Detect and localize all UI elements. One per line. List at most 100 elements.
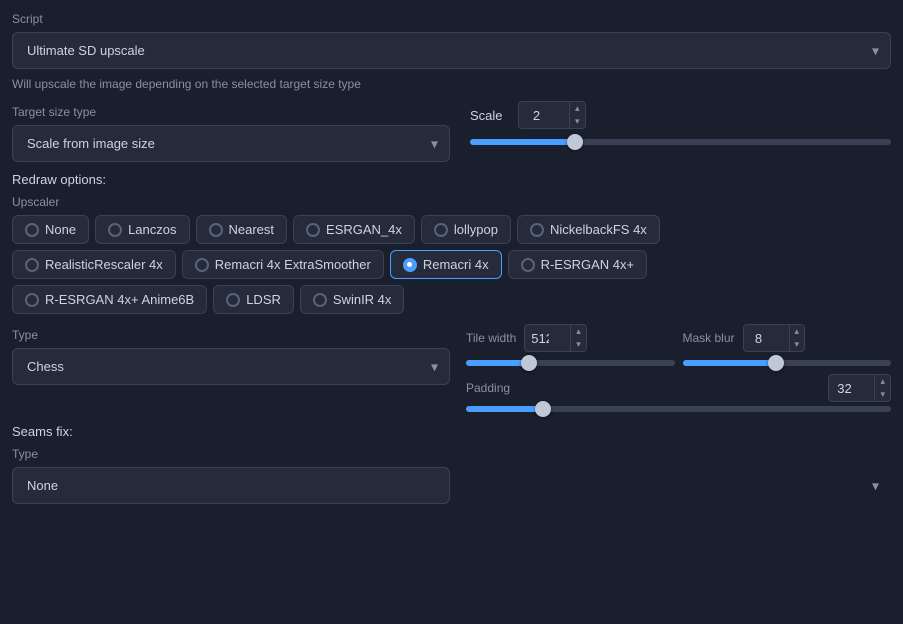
seams-type-chevron-icon: ▾ (872, 477, 879, 494)
upscaler-nickelback-radio (530, 223, 544, 237)
upscaler-lollypop-label: lollypop (454, 222, 498, 237)
upscaler-none[interactable]: None (12, 215, 89, 244)
upscaler-remacri4x-radio (403, 258, 417, 272)
type-dropdown[interactable]: Chess (12, 348, 450, 385)
tile-width-item: Tile width ▴ ▾ (466, 324, 675, 366)
upscaler-lanczos-radio (108, 223, 122, 237)
tile-width-input[interactable] (525, 328, 570, 349)
seams-type-dropdown-wrapper: None ▾ (12, 467, 891, 504)
type-section: Type Chess ▾ (12, 324, 450, 412)
tile-width-input-wrapper: ▴ ▾ (524, 324, 587, 352)
mask-blur-slider-thumb[interactable] (768, 355, 784, 371)
mask-blur-input[interactable] (744, 328, 789, 349)
seams-type-dropdown[interactable]: None (12, 467, 450, 504)
scale-spin-down[interactable]: ▾ (570, 115, 585, 128)
upscaler-swinir-radio (313, 293, 327, 307)
script-dropdown[interactable]: Ultimate SD upscale (12, 32, 891, 69)
upscaler-none-radio (25, 223, 39, 237)
tile-mask-grid: Tile width ▴ ▾ Mask blur (466, 324, 891, 366)
tile-width-spin-up[interactable]: ▴ (571, 325, 586, 338)
scale-section: Scale ▴ ▾ (470, 101, 891, 145)
upscaler-realistic[interactable]: RealisticRescaler 4x (12, 250, 176, 279)
upscaler-esrgan4x[interactable]: ESRGAN_4x (293, 215, 415, 244)
upscaler-label: Upscaler (12, 195, 891, 209)
upscaler-esrgan4x-label: ESRGAN_4x (326, 222, 402, 237)
seams-title: Seams fix: (12, 424, 891, 439)
upscaler-lanczos-label: Lanczos (128, 222, 176, 237)
target-size-dropdown-wrapper: Scale from image size ▾ (12, 125, 450, 162)
mask-blur-spin-down[interactable]: ▾ (790, 338, 805, 351)
upscaler-resrgan4xplus[interactable]: R-ESRGAN 4x+ (508, 250, 648, 279)
upscaler-lanczos[interactable]: Lanczos (95, 215, 189, 244)
script-label: Script (12, 12, 891, 26)
scale-input[interactable] (519, 104, 569, 127)
seams-type-label: Type (12, 447, 891, 461)
script-section: Script Ultimate SD upscale ▾ (12, 12, 891, 69)
scale-slider[interactable] (470, 139, 891, 145)
upscaler-remacri4x[interactable]: Remacri 4x (390, 250, 502, 279)
mask-blur-top: Mask blur ▴ ▾ (683, 324, 892, 352)
upscaler-esrgan4x-radio (306, 223, 320, 237)
upscaler-remacri4x-label: Remacri 4x (423, 257, 489, 272)
upscaler-resrgan4xanime-radio (25, 293, 39, 307)
script-dropdown-wrapper: Ultimate SD upscale ▾ (12, 32, 891, 69)
mask-blur-label: Mask blur (683, 331, 735, 345)
scale-label: Scale (470, 108, 510, 123)
mask-blur-spin-up[interactable]: ▴ (790, 325, 805, 338)
upscaler-remacri4xe-radio (195, 258, 209, 272)
tile-width-slider-thumb[interactable] (521, 355, 537, 371)
upscaler-realistic-radio (25, 258, 39, 272)
tile-width-slider-fill (466, 360, 529, 366)
padding-slider-thumb[interactable] (535, 401, 551, 417)
redraw-section: Redraw options: Upscaler None Lanczos Ne… (12, 172, 891, 314)
upscaler-row2: RealisticRescaler 4x Remacri 4x ExtraSmo… (12, 250, 891, 279)
tile-width-spin: ▴ ▾ (570, 325, 586, 351)
upscaler-swinir[interactable]: SwinIR 4x (300, 285, 405, 314)
upscaler-row3: R-ESRGAN 4x+ Anime6B LDSR SwinIR 4x (12, 285, 891, 314)
upscaler-swinir-label: SwinIR 4x (333, 292, 392, 307)
type-label: Type (12, 328, 450, 342)
upscaler-nearest-label: Nearest (229, 222, 275, 237)
upscaler-remacri4xe[interactable]: Remacri 4x ExtraSmoother (182, 250, 384, 279)
upscaler-nickelback[interactable]: NickelbackFS 4x (517, 215, 660, 244)
upscaler-remacri4xe-label: Remacri 4x ExtraSmoother (215, 257, 371, 272)
scale-slider-thumb[interactable] (567, 134, 583, 150)
padding-slider-fill (466, 406, 543, 412)
tile-width-slider[interactable] (466, 360, 675, 366)
mask-blur-slider[interactable] (683, 360, 892, 366)
seams-section: Seams fix: Type None ▾ (12, 424, 891, 504)
info-text: Will upscale the image depending on the … (12, 77, 891, 91)
scale-row: Scale ▴ ▾ (470, 101, 891, 129)
upscaler-ldsr-label: LDSR (246, 292, 281, 307)
scale-spin-up[interactable]: ▴ (570, 102, 585, 115)
upscaler-nearest[interactable]: Nearest (196, 215, 288, 244)
upscaler-ldsr-radio (226, 293, 240, 307)
upscaler-ldsr[interactable]: LDSR (213, 285, 294, 314)
upscaler-lollypop-radio (434, 223, 448, 237)
mask-blur-item: Mask blur ▴ ▾ (683, 324, 892, 366)
upscaler-resrgan4xanime[interactable]: R-ESRGAN 4x+ Anime6B (12, 285, 207, 314)
padding-spin: ▴ ▾ (874, 375, 890, 401)
target-size-dropdown[interactable]: Scale from image size (12, 125, 450, 162)
padding-row: Padding ▴ ▾ (466, 374, 891, 402)
scale-spin-buttons: ▴ ▾ (569, 102, 585, 128)
target-size-label: Target size type (12, 105, 450, 119)
target-scale-row: Target size type Scale from image size ▾… (12, 101, 891, 162)
padding-spin-down[interactable]: ▾ (875, 388, 890, 401)
upscaler-realistic-label: RealisticRescaler 4x (45, 257, 163, 272)
padding-input-wrapper: ▴ ▾ (828, 374, 891, 402)
tile-width-spin-down[interactable]: ▾ (571, 338, 586, 351)
padding-input[interactable] (829, 378, 874, 399)
upscaler-lollypop[interactable]: lollypop (421, 215, 511, 244)
padding-spin-up[interactable]: ▴ (875, 375, 890, 388)
upscaler-nearest-radio (209, 223, 223, 237)
mask-blur-slider-fill (683, 360, 777, 366)
scale-input-wrapper: ▴ ▾ (518, 101, 586, 129)
padding-slider[interactable] (466, 406, 891, 412)
upscaler-resrgan4xplus-label: R-ESRGAN 4x+ (541, 257, 635, 272)
mask-blur-spin: ▴ ▾ (789, 325, 805, 351)
tile-width-label: Tile width (466, 331, 516, 345)
upscaler-none-label: None (45, 222, 76, 237)
redraw-title: Redraw options: (12, 172, 891, 187)
tile-section: Tile width ▴ ▾ Mask blur (466, 324, 891, 412)
